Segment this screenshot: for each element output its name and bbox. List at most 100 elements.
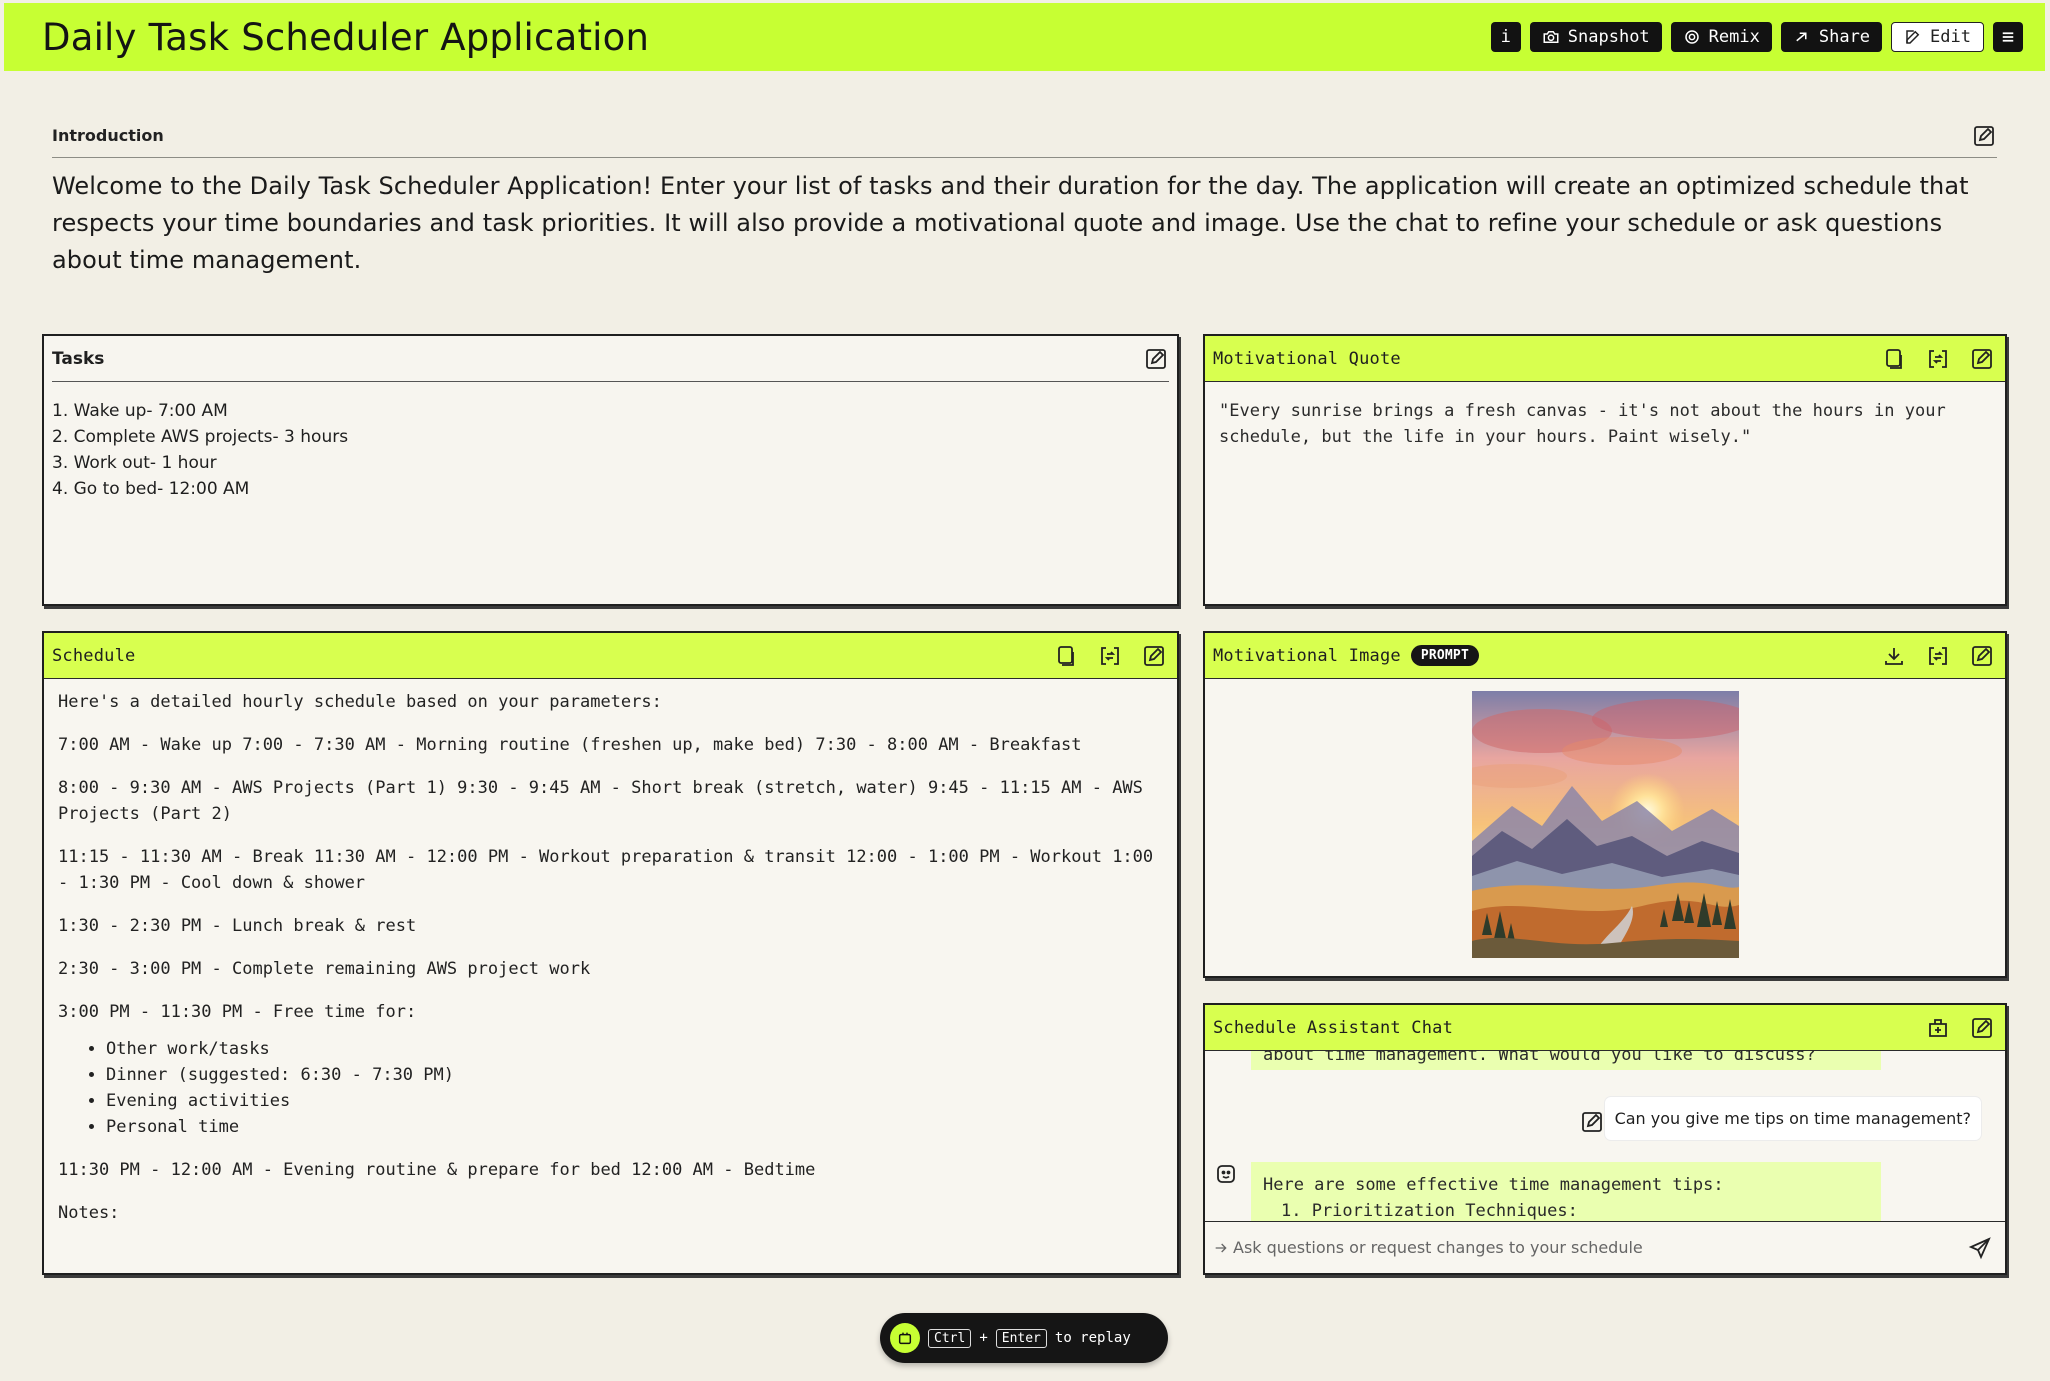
- quote-header: Motivational Quote: [1205, 336, 2005, 382]
- ai-message-line: 1. Prioritization Techniques:: [1281, 1201, 1578, 1221]
- tasks-title: Tasks: [52, 348, 105, 369]
- quote-title: Motivational Quote: [1213, 348, 1401, 369]
- app-header: Daily Task Scheduler Application i Snaps…: [4, 3, 2045, 71]
- task-item: 4. Go to bed- 12:00 AM: [52, 479, 250, 499]
- hamburger-icon: [2002, 32, 2014, 42]
- schedule-block: 11:30 PM - 12:00 AM - Evening routine & …: [58, 1160, 816, 1180]
- edit-button[interactable]: Edit: [1891, 22, 1984, 52]
- edit-icon[interactable]: [1141, 643, 1167, 669]
- schedule-header: Schedule: [44, 633, 1177, 679]
- chat-input[interactable]: Ask questions or request changes to your…: [1233, 1238, 1643, 1257]
- ai-message-line: Here are some effective time management …: [1263, 1175, 1724, 1195]
- edit-message-icon[interactable]: [1579, 1109, 1605, 1135]
- arrow-right-icon: [1215, 1243, 1227, 1252]
- camera-icon: [1543, 31, 1559, 43]
- download-icon[interactable]: [1881, 643, 1907, 669]
- introduction-label: Introduction: [52, 126, 164, 145]
- chat-title: Schedule Assistant Chat: [1213, 1017, 1454, 1038]
- schedule-intro: Here's a detailed hourly schedule based …: [58, 692, 662, 712]
- quote-panel: Motivational Quote "Every sunrise brings…: [1203, 334, 2007, 606]
- remix-label: Remix: [1708, 27, 1760, 47]
- send-icon[interactable]: [1967, 1235, 1993, 1261]
- task-item: 3. Work out- 1 hour: [52, 453, 217, 473]
- edit-icon[interactable]: [1143, 346, 1169, 372]
- chat-header: Schedule Assistant Chat: [1205, 1005, 2005, 1051]
- replay-bar[interactable]: Ctrl + Enter to replay: [880, 1313, 1168, 1363]
- schedule-content: Here's a detailed hourly schedule based …: [44, 679, 1177, 1273]
- copy-icon[interactable]: [1053, 643, 1079, 669]
- ai-message: Here are some effective time management …: [1251, 1162, 1881, 1221]
- regenerate-icon[interactable]: [1097, 643, 1123, 669]
- schedule-block: 8:00 - 9:30 AM - AWS Projects (Part 1) 9…: [58, 778, 1143, 824]
- list-item: Other work/tasks: [106, 1036, 1163, 1062]
- introduction-header: Introduction: [52, 118, 1997, 158]
- share-button[interactable]: Share: [1780, 22, 1883, 52]
- edit-label: Edit: [1930, 27, 1971, 47]
- schedule-actions: [1053, 643, 1167, 669]
- edit-icon[interactable]: [1969, 1015, 1995, 1041]
- snapshot-button[interactable]: Snapshot: [1529, 22, 1662, 52]
- chat-actions: [1925, 1015, 1995, 1041]
- menu-button[interactable]: [1993, 22, 2023, 52]
- regenerate-icon[interactable]: [1925, 643, 1951, 669]
- image-header: Motivational Image PROMPT: [1205, 633, 2005, 679]
- schedule-block: 11:15 - 11:30 AM - Break 11:30 AM - 12:0…: [58, 847, 1154, 893]
- assistant-avatar-icon: [1213, 1161, 1239, 1187]
- enter-key: Enter: [995, 1328, 1047, 1348]
- chat-input-bar: Ask questions or request changes to your…: [1205, 1221, 2005, 1273]
- list-item: Evening activities: [106, 1088, 1163, 1114]
- image-title: Motivational Image: [1213, 645, 1401, 666]
- prompt-badge[interactable]: PROMPT: [1410, 645, 1479, 666]
- edit-icon[interactable]: [1971, 123, 1997, 149]
- task-item: 1. Wake up- 7:00 AM: [52, 401, 228, 421]
- header-actions: i Snapshot Remix Share Edit: [1490, 22, 2023, 52]
- snapshot-label: Snapshot: [1567, 27, 1650, 47]
- quote-actions: [1881, 346, 1995, 372]
- chat-panel: Schedule Assistant Chat about time manag…: [1203, 1003, 2007, 1275]
- motivational-image[interactable]: [1471, 691, 1739, 958]
- schedule-block: 2:30 - 3:00 PM - Complete remaining AWS …: [58, 959, 591, 979]
- ctrl-key: Ctrl: [928, 1328, 972, 1348]
- schedule-block: 3:00 PM - 11:30 PM - Free time for:: [58, 1002, 417, 1022]
- image-panel: Motivational Image PROMPT: [1203, 631, 2007, 978]
- regenerate-icon[interactable]: [1925, 346, 1951, 372]
- list-item: Personal time: [106, 1114, 1163, 1140]
- info-label: i: [1500, 27, 1511, 47]
- chat-input-wrap[interactable]: Ask questions or request changes to your…: [1213, 1238, 1643, 1257]
- edit-icon[interactable]: [1969, 346, 1995, 372]
- chat-messages[interactable]: about time management. What would you li…: [1205, 1051, 2005, 1221]
- user-message: Can you give me tips on time management?: [1604, 1097, 1981, 1140]
- schedule-block: 7:00 AM - Wake up 7:00 - 7:30 AM - Morni…: [58, 735, 1082, 755]
- schedule-block: 1:30 - 2:30 PM - Lunch break & rest: [58, 916, 417, 936]
- remix-icon: [1684, 30, 1699, 44]
- edit-icon[interactable]: [1969, 643, 1995, 669]
- image-container: [1205, 679, 2005, 976]
- edit-icon: [1906, 30, 1920, 44]
- schedule-notes-label: Notes:: [58, 1203, 120, 1223]
- image-title-wrap: Motivational Image PROMPT: [1213, 645, 1479, 666]
- app-title: Daily Task Scheduler Application: [42, 15, 650, 59]
- ai-message-text: about time management. What would you li…: [1263, 1051, 1816, 1065]
- replay-icon[interactable]: [890, 1323, 920, 1353]
- schedule-panel: Schedule Here's a detailed hourly schedu…: [42, 631, 1179, 1275]
- tasks-panel: Tasks 1. Wake up- 7:00 AM 2. Complete AW…: [42, 334, 1179, 606]
- introduction-text: Welcome to the Daily Task Scheduler Appl…: [52, 172, 1969, 274]
- ai-message: about time management. What would you li…: [1251, 1051, 1881, 1070]
- user-message-text: Can you give me tips on time management?: [1614, 1109, 1971, 1128]
- task-item: 2. Complete AWS projects- 3 hours: [52, 427, 349, 447]
- task-list[interactable]: 1. Wake up- 7:00 AM 2. Complete AWS proj…: [44, 382, 1177, 518]
- introduction-section: Introduction Welcome to the Daily Task S…: [52, 118, 1997, 279]
- image-actions: [1881, 643, 1995, 669]
- copy-icon[interactable]: [1881, 346, 1907, 372]
- free-time-list: Other work/tasks Dinner (suggested: 6:30…: [106, 1036, 1163, 1140]
- tasks-header: Tasks: [52, 336, 1169, 382]
- plus-sign: +: [979, 1330, 988, 1346]
- list-item: Dinner (suggested: 6:30 - 7:30 PM): [106, 1062, 1163, 1088]
- arrow-right-icon: [1796, 32, 1807, 42]
- replay-label: to replay: [1054, 1330, 1131, 1346]
- quote-text: "Every sunrise brings a fresh canvas - i…: [1219, 401, 1946, 447]
- info-button[interactable]: i: [1490, 22, 1521, 52]
- schedule-title: Schedule: [52, 645, 136, 666]
- new-chat-icon[interactable]: [1925, 1015, 1951, 1041]
- remix-button[interactable]: Remix: [1670, 22, 1772, 52]
